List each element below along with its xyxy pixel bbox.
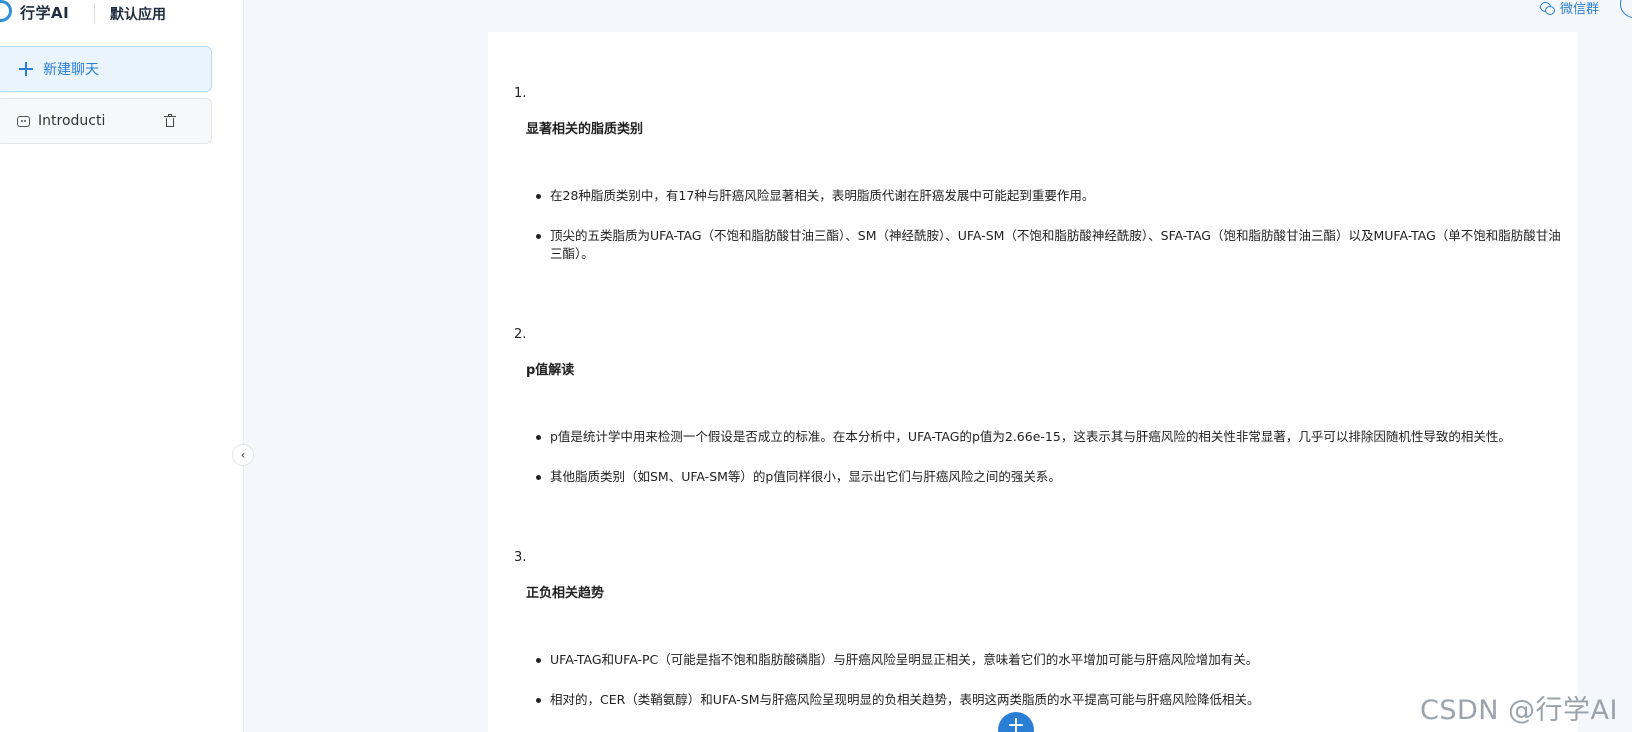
section-number: 1.	[514, 86, 527, 101]
chat-list-item[interactable]: Introducti	[0, 98, 212, 144]
plus-icon	[19, 62, 33, 76]
watermark: CSDN @行学AI	[1420, 695, 1618, 726]
bullet-list: 在28种脂质类别中，有17种与肝癌风险显著相关，表明脂质代谢在肝癌发展中可能起到…	[512, 187, 1562, 263]
sidebar: 行学AI 默认应用 新建聊天 Introducti	[0, 0, 244, 732]
plus-icon: +	[1006, 713, 1026, 732]
list-item: 其他脂质类别（如SM、UFA-SM等）的p值同样很小，显示出它们与肝癌风险之间的…	[512, 468, 1562, 486]
bullet-list: p值是统计学中用来检测一个假设是否成立的标准。在本分析中，UFA-TAG的p值为…	[512, 428, 1562, 486]
list-item: 相对的，CER（类鞘氨醇）和UFA-SM与肝癌风险呈现明显的负相关趋势，表明这两…	[512, 691, 1562, 709]
chevron-left-icon: ‹	[240, 448, 246, 462]
list-item: UFA-TAG和UFA-PC（可能是指不饱和脂肪酸磷脂）与肝癌风险呈明显正相关，…	[512, 651, 1562, 669]
wechat-group-link[interactable]: 微信群	[1540, 0, 1599, 17]
section-2: 2. p值解读 p值是统计学中用来检测一个假设是否成立的标准。在本分析中，UFA…	[512, 327, 1562, 486]
brand-bar: 行学AI 默认应用	[0, 0, 244, 26]
avatar[interactable]	[1620, 0, 1632, 18]
list-item: 在28种脂质类别中，有17种与肝癌风险显著相关，表明脂质代谢在肝癌发展中可能起到…	[512, 187, 1562, 205]
brand-divider	[94, 3, 95, 23]
app-name: 默认应用	[110, 7, 166, 23]
section-title: p值解读	[526, 363, 575, 378]
new-chat-button[interactable]: 新建聊天	[0, 46, 212, 92]
trash-icon[interactable]	[164, 113, 176, 128]
collapse-sidebar-button[interactable]: ‹	[232, 444, 254, 466]
chat-title: Introducti	[38, 113, 106, 129]
section-title: 显著相关的脂质类别	[526, 122, 644, 137]
section-3: 3. 正负相关趋势 UFA-TAG和UFA-PC（可能是指不饱和脂肪酸磷脂）与肝…	[512, 550, 1562, 709]
section-title: 正负相关趋势	[526, 586, 605, 601]
message-content: 1. 显著相关的脂质类别 在28种脂质类别中，有17种与肝癌风险显著相关，表明脂…	[488, 32, 1578, 732]
logo-icon	[0, 0, 12, 22]
wechat-icon	[1540, 1, 1555, 15]
wechat-label: 微信群	[1560, 2, 1600, 17]
section-1: 1. 显著相关的脂质类别 在28种脂质类别中，有17种与肝癌风险显著相关，表明脂…	[512, 86, 1562, 263]
chat-bubble-icon	[17, 115, 30, 127]
brand-name: 行学AI	[20, 4, 70, 22]
section-number: 3.	[514, 550, 527, 565]
list-item: 顶尖的五类脂质为UFA-TAG（不饱和脂肪酸甘油三酯）、SM（神经酰胺）、UFA…	[512, 227, 1562, 263]
new-chat-label: 新建聊天	[43, 62, 99, 78]
section-number: 2.	[514, 327, 527, 342]
bullet-list: UFA-TAG和UFA-PC（可能是指不饱和脂肪酸磷脂）与肝癌风险呈明显正相关，…	[512, 651, 1562, 709]
list-item: p值是统计学中用来检测一个假设是否成立的标准。在本分析中，UFA-TAG的p值为…	[512, 428, 1562, 446]
